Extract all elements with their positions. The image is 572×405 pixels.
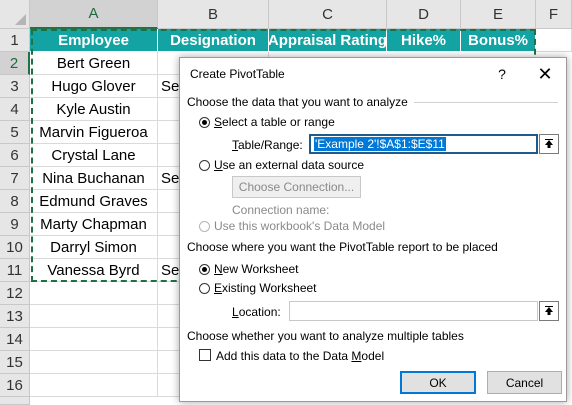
section-report-placement: Choose where you want the PivotTable rep… [187,240,498,254]
cell-empty[interactable] [30,328,158,351]
label-external-source[interactable]: Use an external data source [214,158,364,172]
row-header[interactable]: 16 [0,374,30,397]
cell-header-appraisal-rating[interactable]: Appraisal Rating [269,29,387,52]
row-header[interactable]: 5 [0,121,30,144]
dialog-title: Create PivotTable [190,67,285,81]
cell-employee[interactable]: Darryl Simon [30,236,158,259]
collapse-dialog-icon [545,139,553,148]
create-pivottable-dialog: Create PivotTable ? ✕ Choose the data th… [179,57,567,402]
select-all-corner[interactable] [0,0,30,29]
cell-employee[interactable]: Marvin Figueroa [30,121,158,144]
row-header[interactable]: 4 [0,98,30,121]
help-button[interactable]: ? [492,64,512,84]
cell-employee[interactable]: Marty Chapman [30,213,158,236]
label-add-data-model[interactable]: Add this data to the Data Model [216,349,384,363]
row-header[interactable]: 12 [0,282,30,305]
column-header-b[interactable]: B [158,0,269,29]
section-analyze-data: Choose the data that you want to analyze [187,95,408,109]
label-location: Location: [232,305,281,319]
cell-empty[interactable] [158,305,180,328]
cell-empty[interactable] [30,282,158,305]
radio-external-source[interactable] [199,160,210,171]
column-header-f[interactable]: F [536,0,572,29]
cell-empty[interactable] [30,305,158,328]
section-heading: Choose the data that you want to analyze [187,95,408,109]
cell-employee[interactable]: Hugo Glover [30,75,158,98]
cell-header-bonus[interactable]: Bonus% [461,29,536,52]
cell-employee[interactable]: Nina Buchanan [30,167,158,190]
label-data-model[interactable]: Use this workbook's Data Model [214,219,385,233]
row-header[interactable]: 10 [0,236,30,259]
radio-select-table-range[interactable] [199,117,210,128]
column-header-c[interactable]: C [269,0,387,29]
section-heading: Choose where you want the PivotTable rep… [187,240,498,254]
label-table-range: Table/Range: [232,138,303,152]
row-header[interactable]: 9 [0,213,30,236]
cell-employee[interactable]: Crystal Lane [30,144,158,167]
row-header[interactable]: 8 [0,190,30,213]
radio-existing-worksheet[interactable] [199,283,210,294]
cell-empty[interactable] [158,351,180,374]
label-connection-name: Connection name: [232,203,330,217]
radio-new-worksheet[interactable] [199,264,210,275]
cell-empty[interactable] [30,374,158,397]
row-header[interactable]: 2 [0,52,30,75]
label-existing-worksheet[interactable]: Existing Worksheet [214,281,317,295]
column-header-d[interactable]: D [387,0,461,29]
close-icon: ✕ [537,64,553,84]
row-header[interactable]: 3 [0,75,30,98]
table-range-input[interactable]: 'Example 2'!$A$1:$E$11 [309,134,538,154]
cell-employee[interactable]: Vanessa Byrd [30,259,158,282]
cell-empty[interactable] [158,374,180,397]
cell-employee[interactable]: Edmund Graves [30,190,158,213]
cell-header-employee[interactable]: Employee [30,29,158,52]
row-header[interactable]: 7 [0,167,30,190]
row-header[interactable] [0,397,30,405]
location-picker-button[interactable] [539,301,559,321]
cell-employee[interactable]: Bert Green [30,52,158,75]
ok-button[interactable]: OK [400,371,476,394]
row-header[interactable]: 1 [0,29,30,52]
row-header[interactable]: 14 [0,328,30,351]
section-multiple-tables: Choose whether you want to analyze multi… [187,329,464,343]
cell-empty[interactable] [158,328,180,351]
table-range-value: 'Example 2'!$A$1:$E$11 [314,137,446,151]
cell-empty[interactable] [158,282,180,305]
label-new-worksheet[interactable]: New Worksheet [214,262,298,276]
section-heading: Choose whether you want to analyze multi… [187,329,464,343]
cell-header-designation[interactable]: Designation [158,29,269,52]
column-header-e[interactable]: E [461,0,536,29]
cancel-button[interactable]: Cancel [487,371,562,394]
choose-connection-button[interactable]: Choose Connection... [232,176,361,198]
close-button[interactable]: ✕ [534,63,556,85]
location-input[interactable] [289,301,538,321]
range-picker-button[interactable] [539,134,559,154]
label-select-table-range[interactable]: Select a table or range [214,115,335,129]
cell-empty[interactable] [30,351,158,374]
row-header[interactable]: 15 [0,351,30,374]
cell-header-hike[interactable]: Hike% [387,29,461,52]
cell-empty[interactable] [536,29,572,52]
radio-data-model[interactable] [199,221,210,232]
row-header[interactable]: 11 [0,259,30,282]
checkbox-add-data-model[interactable] [199,349,211,361]
row-header[interactable]: 13 [0,305,30,328]
collapse-dialog-icon [545,306,553,315]
cell-employee[interactable]: Kyle Austin [30,98,158,121]
column-header-a[interactable]: A [30,0,158,29]
row-header[interactable]: 6 [0,144,30,167]
